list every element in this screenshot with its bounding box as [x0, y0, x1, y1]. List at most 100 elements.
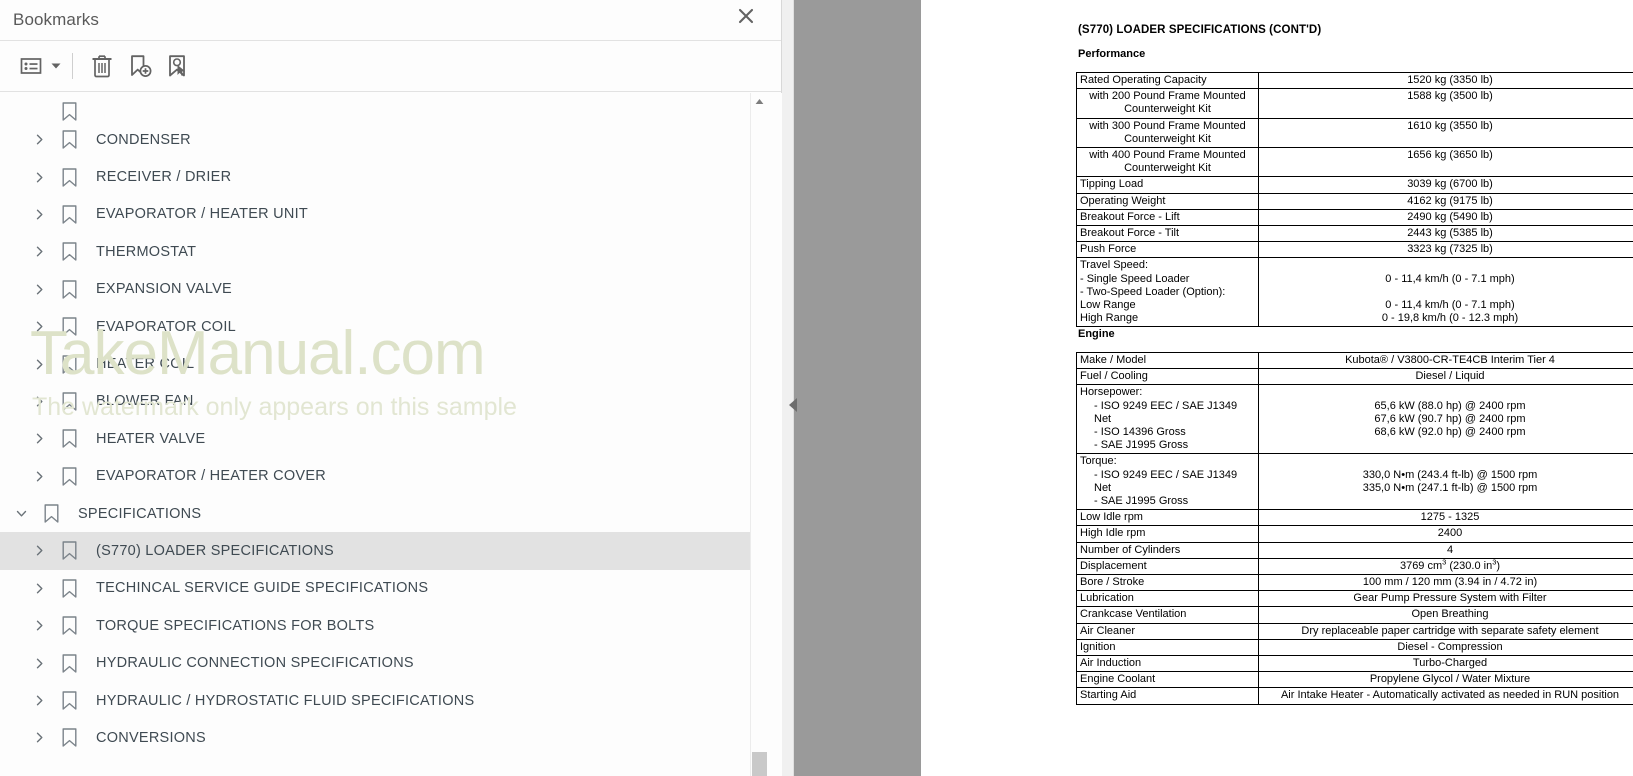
page-title: Bookmarks — [13, 10, 99, 29]
bookmark-icon — [54, 579, 84, 598]
chevron-right-icon[interactable] — [24, 321, 54, 332]
chevron-right-icon[interactable] — [24, 620, 54, 631]
bookmark-row[interactable]: EVAPORATOR COIL — [0, 308, 758, 345]
collapse-panel-handle[interactable] — [786, 393, 800, 417]
spec-value-line: 0 - 19,8 km/h (0 - 12.3 mph) — [1381, 312, 1519, 325]
chevron-down-icon[interactable] — [48, 49, 64, 83]
chevron-right-icon[interactable] — [24, 658, 54, 669]
spec-key-cell: Travel Speed: - Single Speed Loader - Two-… — [1076, 257, 1259, 328]
scrollbar-thumb[interactable] — [752, 752, 767, 776]
spec-key-line: Air Induction — [1080, 657, 1142, 670]
spec-value-line: 3039 kg (6700 lb) — [1407, 178, 1493, 191]
spec-key-line: Rated Operating Capacity — [1080, 74, 1207, 86]
spec-key-cell: Torque: - ISO 9249 EEC / SAE J1349 Net -… — [1076, 453, 1259, 511]
bookmark-row[interactable]: HEATER VALVE — [0, 420, 758, 457]
table-row: Low Idle rpm 1275 - 1325 — [1076, 509, 1633, 527]
bookmarks-scrollbar[interactable] — [750, 93, 768, 776]
bookmark-row[interactable]: EVAPORATOR / HEATER COVER — [0, 458, 758, 495]
table-row: Breakout Force - Tilt 2443 kg (5385 lb) — [1076, 225, 1633, 243]
engine-heading: Engine — [1078, 328, 1115, 340]
table-row: Make / Model Kubota® / V3800-CR-TE4CB Int… — [1076, 351, 1633, 370]
bookmark-row[interactable]: TORQUE SPECIFICATIONS FOR BOLTS — [0, 607, 758, 644]
table-row: Travel Speed: - Single Speed Loader - Two-… — [1076, 257, 1633, 328]
chevron-right-icon[interactable] — [24, 284, 54, 295]
bookmarks-tree-container[interactable]: CONDENSER RECEIVER / DRIER EVAPORATOR / HE… — [0, 93, 782, 776]
spec-value-cell: 1610 kg (3550 lb) — [1258, 117, 1633, 149]
delete-bookmark-icon[interactable] — [85, 49, 119, 83]
spec-key-line: Counterweight Kit — [1124, 103, 1211, 116]
bookmark-label: HEATER COIL — [96, 356, 195, 373]
bookmark-label: EXPANSION VALVE — [96, 281, 232, 298]
pdf-reader-window: Bookmarks CONDENSER RECEIVER / DRIER EVA… — [0, 0, 1633, 776]
spec-value-line: 68,6 kW (92.0 hp) @ 2400 rpm — [1374, 426, 1526, 439]
bookmark-label: RECEIVER / DRIER — [96, 169, 232, 186]
spec-key-cell: Ignition — [1076, 638, 1259, 657]
spec-value-cell: 2443 kg (5385 lb) — [1258, 225, 1633, 243]
spec-key-line: Starting Aid — [1080, 689, 1137, 702]
bookmark-row[interactable]: EVAPORATOR / HEATER UNIT — [0, 196, 758, 233]
bookmark-label: BLOWER FAN — [96, 393, 194, 410]
pdf-viewer[interactable]: (S770) LOADER SPECIFICATIONS (CONT'D) Pe… — [794, 0, 1633, 776]
spec-value-line: 2443 kg (5385 lb) — [1407, 227, 1493, 240]
chevron-right-icon[interactable] — [24, 172, 54, 183]
chevron-right-icon[interactable] — [24, 732, 54, 743]
bookmark-row[interactable]: TECHINCAL SERVICE GUIDE SPECIFICATIONS — [0, 570, 758, 607]
chevron-right-icon[interactable] — [24, 583, 54, 594]
bookmark-row[interactable]: EXPANSION VALVE — [0, 271, 758, 308]
bookmark-row[interactable]: (S770) LOADER SPECIFICATIONS — [0, 532, 758, 570]
bookmark-row[interactable]: CONVERSIONS — [0, 719, 758, 756]
chevron-right-icon[interactable] — [24, 471, 54, 482]
table-row: Horsepower: - ISO 9249 EEC / SAE J1349 N… — [1076, 384, 1633, 455]
spec-value-line: 0 - 11,4 km/h (0 - 7.1 mph) — [1385, 299, 1515, 312]
bookmark-label: HEATER VALVE — [96, 430, 206, 447]
spec-key-line: - SAE J1995 Gross — [1094, 439, 1189, 452]
scrollbar-track[interactable] — [751, 110, 768, 776]
list-options-icon[interactable] — [14, 49, 48, 83]
table-row: Breakout Force - Lift 2490 kg (5490 lb) — [1076, 208, 1633, 227]
new-bookmark-icon[interactable] — [123, 49, 157, 83]
close-icon[interactable] — [733, 3, 759, 29]
table-row: Lubrication Gear Pump Pressure System wit… — [1076, 590, 1633, 608]
panel-splitter[interactable] — [782, 0, 794, 776]
spec-key-line: Air Cleaner — [1080, 624, 1136, 637]
bookmark-label: HYDRAULIC CONNECTION SPECIFICATIONS — [96, 655, 414, 672]
spec-value-cell: Air Intake Heater - Automatically activa… — [1258, 687, 1633, 705]
chevron-right-icon[interactable] — [24, 396, 54, 407]
bookmark-label: CONDENSER — [96, 131, 191, 148]
bookmark-row[interactable]: RECEIVER / DRIER — [0, 158, 758, 195]
spec-key-line: Low Range — [1080, 299, 1136, 312]
spec-value-cell: 4 — [1258, 541, 1633, 559]
chevron-right-icon[interactable] — [24, 545, 54, 556]
spec-value-cell: Diesel - Compression — [1258, 638, 1633, 657]
bookmark-row[interactable]: BLOWER FAN — [0, 383, 758, 420]
spec-key-cell: Engine Coolant — [1076, 671, 1259, 689]
chevron-right-icon[interactable] — [24, 433, 54, 444]
scroll-up-arrow-icon[interactable] — [751, 93, 768, 110]
chevron-right-icon[interactable] — [24, 359, 54, 370]
bookmark-row-partial[interactable] — [0, 101, 758, 121]
bookmark-row[interactable]: CONDENSER — [0, 121, 758, 158]
spec-value-line: 67,6 kW (90.7 hp) @ 2400 rpm — [1374, 412, 1526, 425]
bookmark-row[interactable]: SPECIFICATIONS — [0, 495, 758, 532]
bookmarks-tree: CONDENSER RECEIVER / DRIER EVAPORATOR / HE… — [0, 93, 758, 757]
bookmark-row[interactable]: HYDRAULIC / HYDROSTATIC FLUID SPECIFICAT… — [0, 682, 758, 719]
chevron-right-icon[interactable] — [24, 246, 54, 257]
bookmark-icon — [54, 429, 84, 449]
chevron-right-icon[interactable] — [24, 695, 54, 706]
bookmark-row[interactable]: THERMOSTAT — [0, 233, 758, 270]
spec-key-line: Travel Speed: — [1080, 259, 1149, 272]
spec-key-line: - Two-Speed Loader (Option): — [1080, 285, 1226, 298]
bookmark-row[interactable]: HYDRAULIC CONNECTION SPECIFICATIONS — [0, 644, 758, 681]
bookmark-label: EVAPORATOR COIL — [96, 318, 236, 335]
table-row: Push Force 3323 kg (7325 lb) — [1076, 241, 1633, 259]
chevron-right-icon[interactable] — [24, 209, 54, 220]
spec-key-cell: Number of Cylinders — [1076, 541, 1259, 559]
spec-value-line: 65,6 kW (88.0 hp) @ 2400 rpm — [1374, 399, 1526, 412]
chevron-right-icon[interactable] — [24, 134, 54, 145]
select-bookmark-icon[interactable] — [161, 49, 195, 83]
chevron-down-icon[interactable] — [6, 508, 36, 519]
spec-key-line: - SAE J1995 Gross — [1094, 495, 1189, 508]
bookmark-icon — [54, 728, 84, 748]
bookmark-label: THERMOSTAT — [96, 243, 197, 260]
bookmark-row[interactable]: HEATER COIL — [0, 345, 758, 382]
